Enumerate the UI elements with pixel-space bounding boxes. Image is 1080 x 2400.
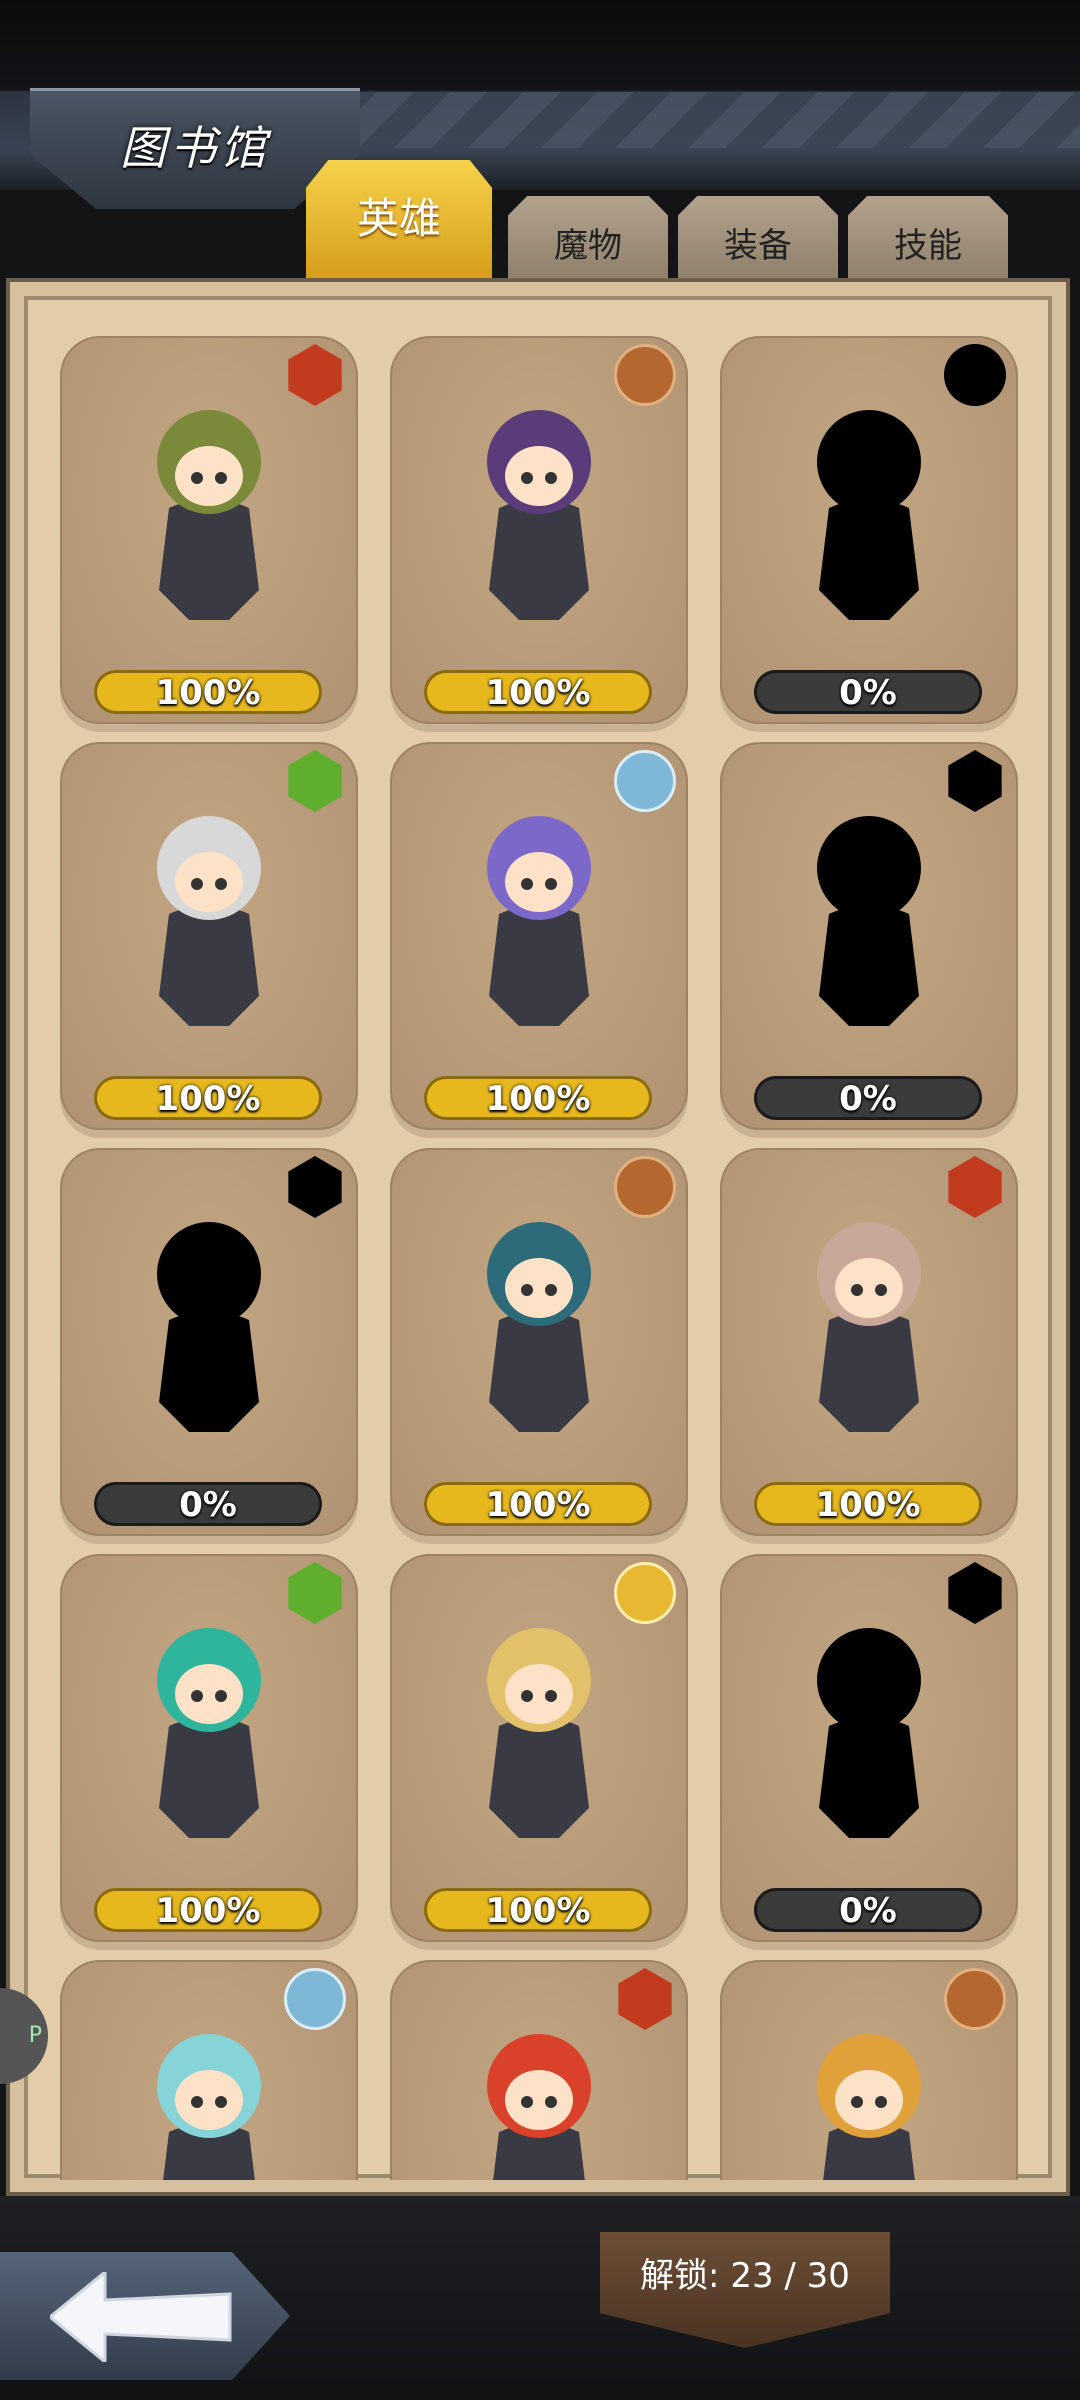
- progress-bar: 100%: [424, 1076, 652, 1120]
- locked-hero-silhouette: [817, 410, 921, 620]
- progress-bar: 0%: [94, 1482, 322, 1526]
- locked-hero-silhouette: [817, 816, 921, 1026]
- progress-bar: 100%: [94, 1888, 322, 1932]
- progress-bar: 100%: [424, 1482, 652, 1526]
- hero-portrait: [817, 1222, 921, 1432]
- back-button[interactable]: [0, 2252, 290, 2380]
- progress-bar: 0%: [754, 670, 982, 714]
- locked-hero-silhouette: [157, 1222, 261, 1432]
- tab-monsters[interactable]: 魔物: [508, 196, 668, 284]
- progress-bar: 100%: [754, 1482, 982, 1526]
- progress-bar: 100%: [424, 1888, 652, 1932]
- hero-card[interactable]: [60, 1960, 358, 2180]
- progress-bar: 0%: [754, 1888, 982, 1932]
- hero-portrait: [487, 410, 591, 620]
- hero-card[interactable]: [390, 1960, 688, 2180]
- hero-portrait: [817, 2034, 921, 2180]
- hero-card[interactable]: 100%: [60, 1554, 358, 1942]
- hero-grid: 100% 100% 0% 100% 100% 0% 0% 100% 100% 100% 100% 0%: [34, 300, 1044, 2180]
- progress-bar: 100%: [94, 1076, 322, 1120]
- hero-portrait: [157, 410, 261, 620]
- hero-portrait: [487, 816, 591, 1026]
- progress-bar: 100%: [424, 670, 652, 714]
- hero-portrait: [157, 1628, 261, 1838]
- hero-portrait: [157, 2034, 261, 2180]
- hero-card[interactable]: [720, 1960, 1018, 2180]
- hero-portrait: [487, 1628, 591, 1838]
- back-arrow-icon: [50, 2272, 232, 2362]
- hero-portrait: [487, 2034, 591, 2180]
- hero-card[interactable]: 0%: [60, 1148, 358, 1536]
- hero-card[interactable]: 100%: [390, 742, 688, 1130]
- hero-portrait: [487, 1222, 591, 1432]
- progress-bar: 0%: [754, 1076, 982, 1120]
- tab-heroes[interactable]: 英雄: [306, 160, 492, 286]
- locked-hero-silhouette: [817, 1628, 921, 1838]
- tab-equipment[interactable]: 装备: [678, 196, 838, 284]
- hero-card[interactable]: 0%: [720, 1554, 1018, 1942]
- side-badge[interactable]: P: [0, 1988, 48, 2084]
- hero-card[interactable]: 0%: [720, 742, 1018, 1130]
- hero-card[interactable]: 100%: [390, 1554, 688, 1942]
- header-stripes: [340, 92, 1080, 148]
- hero-portrait: [157, 816, 261, 1026]
- tab-skills[interactable]: 技能: [848, 196, 1008, 284]
- hero-card[interactable]: 100%: [390, 336, 688, 724]
- hero-card[interactable]: 100%: [390, 1148, 688, 1536]
- hero-card[interactable]: 100%: [720, 1148, 1018, 1536]
- hero-card[interactable]: 100%: [60, 742, 358, 1130]
- hero-card[interactable]: 0%: [720, 336, 1018, 724]
- progress-bar: 100%: [94, 670, 322, 714]
- page-title: 图书馆: [120, 121, 270, 175]
- hero-card[interactable]: 100%: [60, 336, 358, 724]
